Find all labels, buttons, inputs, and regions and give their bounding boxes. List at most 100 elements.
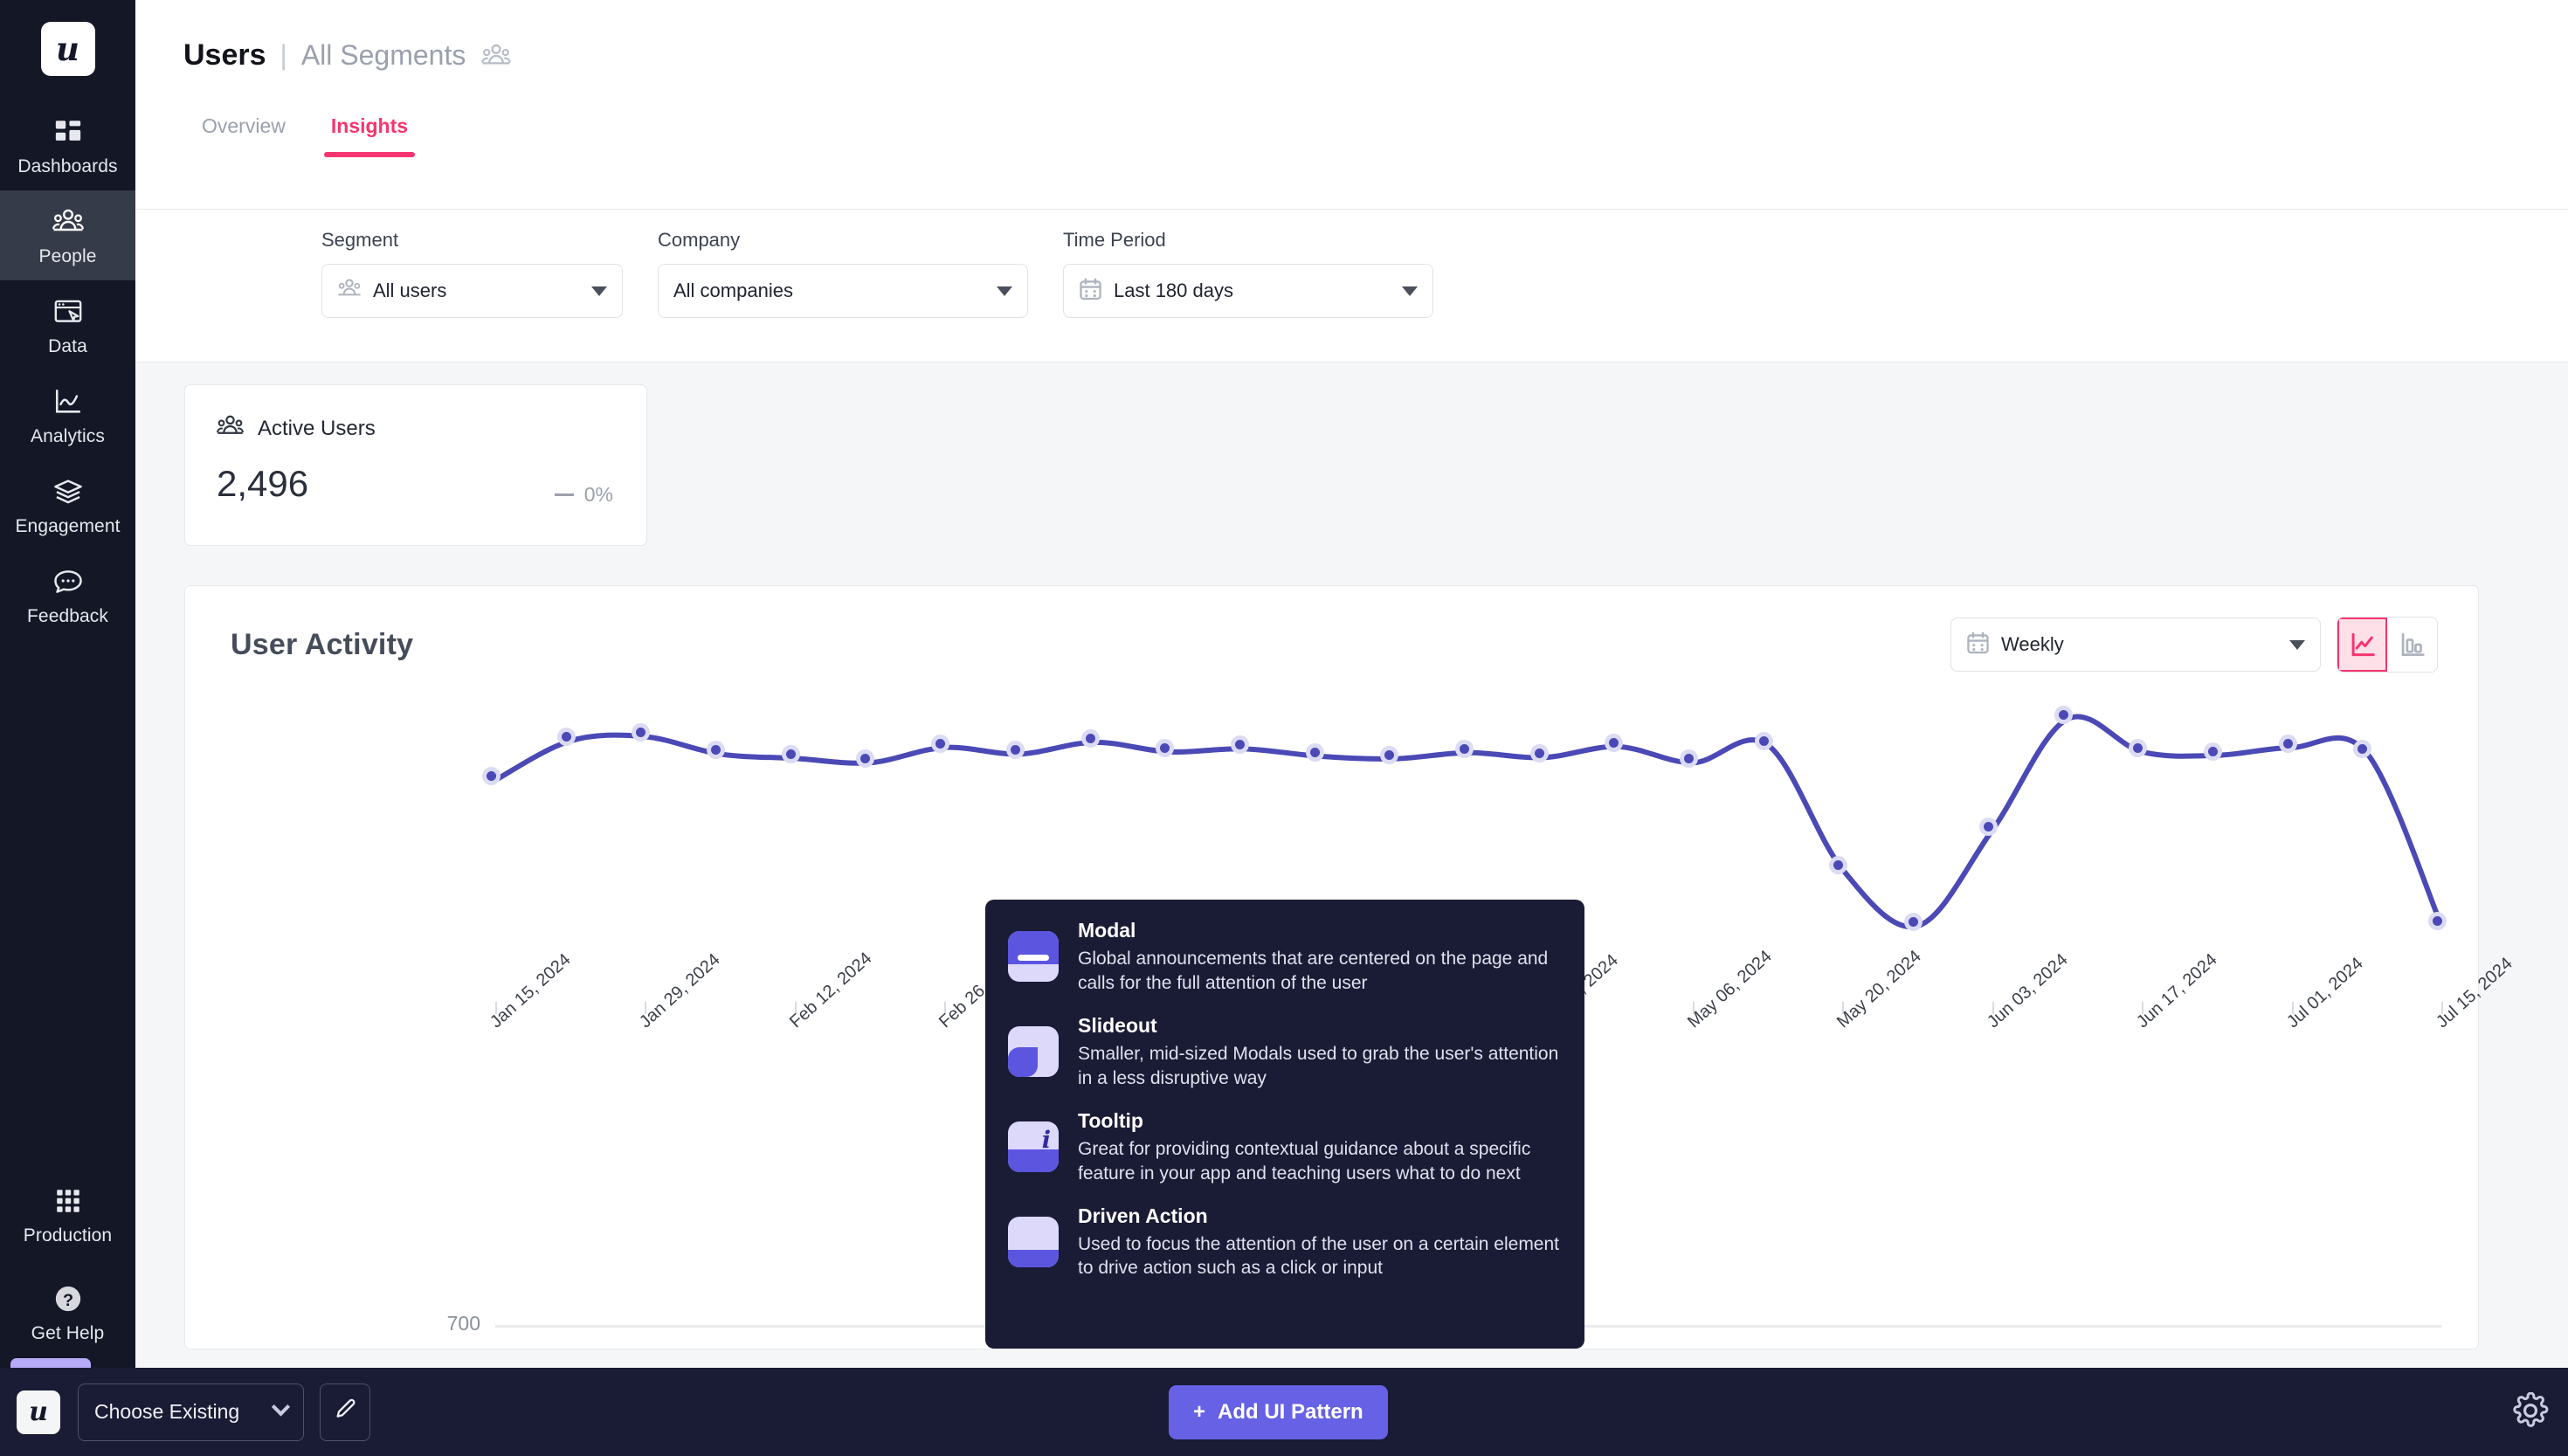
data-point[interactable]: [2278, 734, 2297, 753]
people-group-icon: [51, 205, 86, 238]
pattern-name: Modal: [1078, 919, 1136, 942]
driven-action-pattern-icon: [1008, 1216, 1059, 1267]
sidebar-item-feedback[interactable]: Feedback: [0, 550, 135, 640]
company-value: All companies: [673, 279, 793, 301]
sidebar-item-label: Feedback: [26, 606, 109, 626]
filter-time-period: Time Period Last 180 days: [1063, 229, 1433, 362]
sidebar-item-get-help[interactable]: ? Get Help: [0, 1267, 135, 1365]
segment-value: All users: [373, 279, 447, 301]
granularity-select[interactable]: Weekly: [1950, 618, 2321, 672]
chevron-down-icon: [271, 1397, 291, 1417]
data-point[interactable]: [2203, 742, 2222, 761]
people-group-icon: [481, 44, 512, 68]
pattern-text: Driven Action Used to focus the attentio…: [1078, 1204, 1562, 1281]
chevron-down-icon: [997, 286, 1012, 296]
data-point[interactable]: [781, 745, 800, 764]
kpi-value-row: 2,496 0%: [185, 442, 646, 507]
add-ui-pattern-label: Add UI Pattern: [1218, 1400, 1363, 1424]
sidebar-item-people[interactable]: People: [0, 190, 135, 280]
sidebar-item-data[interactable]: Data: [0, 280, 135, 370]
builder-bottom-bar: u Choose Existing + Add UI Pattern: [0, 1368, 2568, 1456]
data-point[interactable]: [1754, 731, 1773, 750]
pattern-option-modal[interactable]: Modal Global announcements that are cent…: [1008, 919, 1562, 996]
sidebar-item-label: Data: [48, 336, 87, 356]
sidebar-item-engagement[interactable]: Engagement: [0, 460, 135, 550]
chevron-down-icon: [591, 286, 607, 296]
sidebar-item-label: Get Help: [31, 1323, 105, 1343]
kpi-value: 2,496: [217, 463, 309, 504]
pattern-description: Great for providing contextual guidance …: [1078, 1138, 1531, 1183]
kpi-title: Active Users: [258, 416, 376, 440]
pattern-text: Slideout Smaller, mid-sized Modals used …: [1078, 1014, 1562, 1091]
breadcrumb: Users | All Segments: [135, 0, 2568, 72]
tooltip-pattern-icon: i: [1008, 1121, 1059, 1172]
data-point[interactable]: [1978, 817, 1998, 836]
kpi-delta-value: 0%: [583, 483, 613, 506]
pattern-description: Global announcements that are centered o…: [1078, 949, 1549, 993]
pattern-option-driven-action[interactable]: Driven Action Used to focus the attentio…: [1008, 1204, 1562, 1281]
tab-overview[interactable]: Overview: [179, 106, 308, 157]
app-logo[interactable]: u: [40, 22, 95, 76]
data-window-cursor-icon: [51, 295, 86, 328]
engagement-layers-icon: [51, 475, 86, 508]
production-dots-grid-icon: [51, 1184, 86, 1218]
sidebar-item-label: People: [38, 246, 97, 266]
data-point[interactable]: [1305, 742, 1324, 762]
data-point[interactable]: [2353, 739, 2372, 758]
page-title: Users: [183, 38, 266, 72]
sidebar-item-label: Dashboards: [17, 156, 118, 176]
kpi-delta: 0%: [554, 483, 613, 507]
filter-label: Company: [658, 229, 741, 251]
dashboards-grid-icon: [51, 115, 86, 148]
data-point[interactable]: [1005, 741, 1025, 760]
chart-controls: Weekly: [1950, 617, 2438, 673]
flat-trend-icon: [554, 493, 574, 496]
sidebar-item-production[interactable]: Production: [0, 1170, 135, 1267]
time-period-select[interactable]: Last 180 days: [1063, 264, 1433, 318]
data-point[interactable]: [1529, 744, 1549, 763]
pattern-description: Used to focus the attention of the user …: [1078, 1233, 1560, 1279]
builder-logo[interactable]: u: [17, 1390, 60, 1434]
data-point[interactable]: [1080, 728, 1100, 748]
choose-existing-select[interactable]: Choose Existing: [78, 1383, 304, 1441]
data-point[interactable]: [1380, 745, 1399, 764]
filter-label: Segment: [321, 229, 399, 251]
segment-name[interactable]: All Segments: [301, 39, 466, 72]
pattern-name: Slideout: [1078, 1013, 1157, 1037]
data-point[interactable]: [556, 728, 576, 747]
sidebar-nav: Dashboards People Data Analytics Engagem…: [0, 100, 135, 640]
add-ui-pattern-button[interactable]: + Add UI Pattern: [1169, 1385, 1388, 1439]
bar-chart-icon[interactable]: [2387, 618, 2437, 672]
pattern-option-tooltip[interactable]: i Tooltip Great for providing contextual…: [1008, 1109, 1562, 1186]
active-users-kpi-card[interactable]: Active Users 2,496 0%: [184, 384, 647, 546]
sidebar-item-dashboards[interactable]: Dashboards: [0, 100, 135, 190]
filter-segment: Segment All users: [321, 229, 623, 362]
data-point[interactable]: [2054, 706, 2073, 725]
segment-select[interactable]: All users: [321, 264, 623, 318]
edit-button[interactable]: [320, 1383, 370, 1441]
calendar-icon: [1079, 277, 1102, 306]
tab-insights[interactable]: Insights: [308, 106, 431, 157]
company-select[interactable]: All companies: [658, 264, 1028, 318]
data-point[interactable]: [2129, 738, 2148, 757]
data-point[interactable]: [931, 734, 950, 753]
pattern-name: Driven Action: [1078, 1204, 1208, 1227]
pattern-text: Modal Global announcements that are cent…: [1078, 919, 1562, 996]
tab-bar: Overview Insights: [135, 106, 2568, 157]
pattern-option-slideout[interactable]: Slideout Smaller, mid-sized Modals used …: [1008, 1014, 1562, 1091]
modal-pattern-icon: [1008, 931, 1059, 982]
help-question-circle-icon: ?: [51, 1282, 86, 1315]
data-point[interactable]: [1156, 738, 1175, 757]
line-chart-icon[interactable]: [2337, 618, 2387, 672]
sidebar-item-analytics[interactable]: Analytics: [0, 370, 135, 460]
calendar-icon: [1966, 631, 1990, 659]
data-point[interactable]: [1455, 739, 1474, 758]
chevron-down-icon: [1402, 286, 1418, 296]
chart-title: User Activity: [231, 627, 414, 661]
slideout-pattern-icon: [1008, 1025, 1059, 1077]
settings-button[interactable]: [2512, 1391, 2549, 1433]
kpi-header: Active Users: [185, 385, 646, 442]
sidebar-item-label: Engagement: [15, 516, 121, 536]
chevron-down-icon: [2289, 639, 2305, 650]
page-header: Users | All Segments Overview Insights: [135, 0, 2568, 210]
